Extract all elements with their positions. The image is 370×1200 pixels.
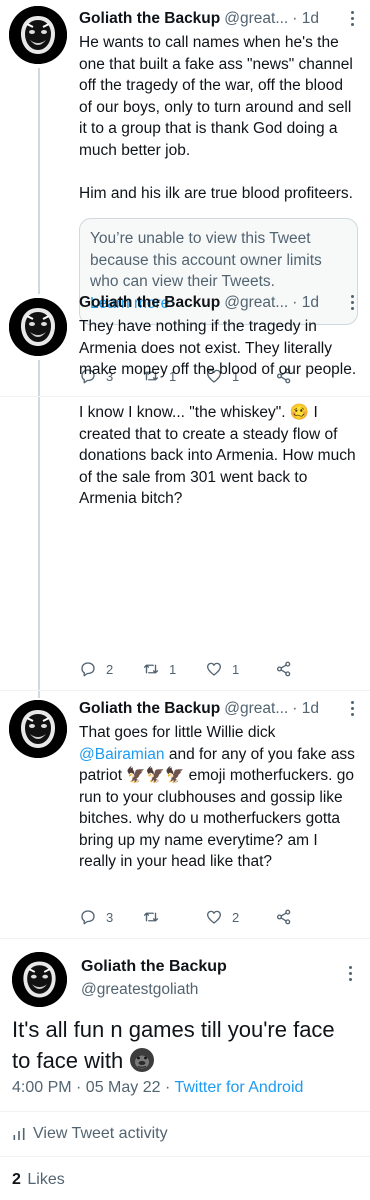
separator: · xyxy=(292,700,298,717)
unavailable-notice: You’re unable to view this Tweet because… xyxy=(90,230,322,290)
divider xyxy=(0,1156,370,1157)
like-button[interactable]: 1 xyxy=(205,660,275,678)
tweet-text-content: It's all fun n games till you're face to… xyxy=(12,1017,335,1073)
retweet-icon xyxy=(143,664,159,674)
avatar[interactable] xyxy=(9,6,67,64)
retweet-button[interactable] xyxy=(142,908,205,926)
like-count: 2 xyxy=(232,909,240,925)
source-link[interactable]: Twitter for Android xyxy=(174,1079,303,1096)
tweet-text: He wants to call names when he's the one… xyxy=(79,34,353,202)
timestamp[interactable]: 1d xyxy=(302,700,319,717)
likes-label: Likes xyxy=(27,1171,65,1188)
divider xyxy=(0,938,370,939)
like-icon xyxy=(206,910,222,924)
more-icon[interactable] xyxy=(346,698,358,718)
tweet-text: It's all fun n games till you're face to… xyxy=(12,1014,358,1076)
tweet-text-part: and for any of you fake ass patriot 🦅🦅🦅 … xyxy=(79,745,360,871)
mention-link[interactable]: @Bairamian xyxy=(79,746,165,763)
more-icon[interactable] xyxy=(346,292,358,312)
reply-count: 3 xyxy=(106,909,114,925)
view-activity-link[interactable]: View Tweet activity xyxy=(12,1125,168,1143)
thread-line xyxy=(38,360,40,698)
retweet-icon xyxy=(143,912,159,922)
gorilla-avatar-icon xyxy=(12,952,67,1007)
reply-button[interactable]: 3 xyxy=(79,908,142,926)
thread-line xyxy=(38,68,40,294)
like-icon xyxy=(206,662,222,676)
author-name[interactable]: Goliath the Backup xyxy=(79,292,220,313)
share-button[interactable] xyxy=(275,660,293,678)
gorilla-avatar-icon xyxy=(9,6,67,64)
tweet-meta: 4:00 PM · 05 May 22 · Twitter for Androi… xyxy=(12,1079,303,1097)
separator: · xyxy=(292,10,298,27)
likes-summary[interactable]: 2 Likes xyxy=(12,1171,65,1189)
avatar[interactable] xyxy=(9,700,67,758)
like-button[interactable]: 2 xyxy=(205,908,275,926)
reply-icon xyxy=(81,910,95,925)
tweet-text: That goes for little Willie dick @Bairam… xyxy=(79,722,358,873)
gorilla-icon xyxy=(130,1048,155,1072)
likes-count: 2 xyxy=(12,1171,21,1188)
tweet-text: They have nothing if the tragedy in Arme… xyxy=(79,318,357,507)
more-icon[interactable] xyxy=(344,963,356,983)
gorilla-avatar-icon xyxy=(9,700,67,758)
timestamp[interactable]: 1d xyxy=(302,10,319,27)
activity-icon xyxy=(13,1128,25,1140)
avatar[interactable] xyxy=(12,952,67,1007)
author-handle[interactable]: @greatestgoliath xyxy=(81,981,198,999)
author-handle[interactable]: @great... xyxy=(224,8,288,29)
share-button[interactable] xyxy=(275,908,293,926)
author-handle[interactable]: @great... xyxy=(224,292,288,313)
like-count: 1 xyxy=(232,661,240,677)
more-icon[interactable] xyxy=(346,8,358,28)
timestamp[interactable]: 1d xyxy=(302,294,319,311)
divider xyxy=(0,1111,370,1112)
tweet-text-part: That goes for little Willie dick xyxy=(79,724,276,741)
reply-icon xyxy=(81,662,95,677)
separator: · xyxy=(292,294,298,311)
activity-label: View Tweet activity xyxy=(33,1125,168,1142)
retweet-button[interactable]: 1 xyxy=(142,660,205,678)
share-icon xyxy=(276,661,291,677)
reply-button[interactable]: 2 xyxy=(79,660,142,678)
divider xyxy=(0,690,370,691)
author-handle[interactable]: @great... xyxy=(224,698,288,719)
author-name[interactable]: Goliath the Backup xyxy=(79,8,220,29)
share-icon xyxy=(276,909,291,925)
author-name[interactable]: Goliath the Backup xyxy=(79,698,220,719)
gorilla-avatar-icon xyxy=(9,298,67,356)
reply-count: 2 xyxy=(106,661,114,677)
timestamp[interactable]: 4:00 PM · 05 May 22 · xyxy=(12,1079,174,1096)
author-name[interactable]: Goliath the Backup xyxy=(81,957,227,977)
retweet-count: 1 xyxy=(169,661,177,677)
avatar[interactable] xyxy=(9,298,67,356)
